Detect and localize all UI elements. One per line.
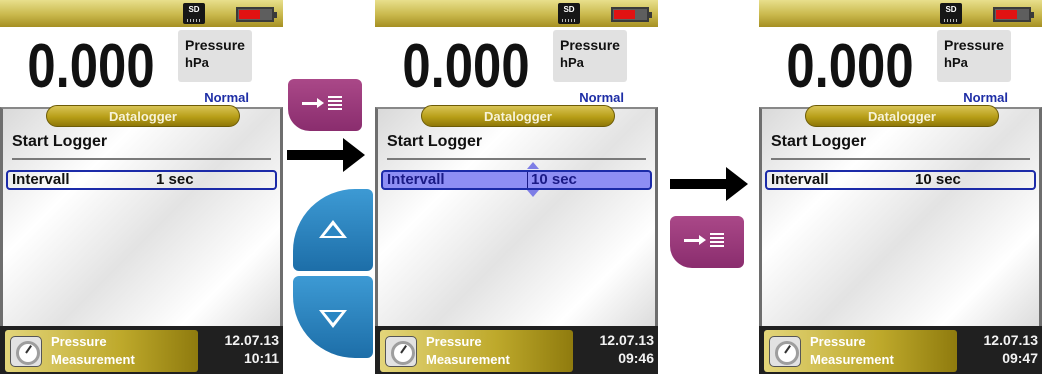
pressure-gauge-icon <box>385 336 417 367</box>
time-display: 09:47 <box>1002 350 1038 366</box>
unit-label: hPa <box>560 55 584 70</box>
reading-panel: 0.000 Pressure hPa Normal <box>759 27 1042 107</box>
unit-box: Pressure hPa <box>553 30 627 82</box>
status-mode-line-1: Pressure <box>810 334 866 349</box>
enter-key-2[interactable] <box>670 216 744 268</box>
device-screen-1: SD 0.000 Pressure hPa Normal Datalogger … <box>0 0 283 374</box>
sd-card-icon: SD <box>558 3 580 24</box>
title-bar: SD <box>759 0 1042 27</box>
sd-card-icon: SD <box>183 3 205 24</box>
menu-tab-datalogger[interactable]: Datalogger <box>805 105 999 127</box>
status-mode-line-2: Measurement <box>426 352 510 367</box>
battery-icon <box>236 7 277 22</box>
sd-card-icon: SD <box>940 3 962 24</box>
spin-down-icon[interactable] <box>527 190 539 197</box>
interval-label: Intervall <box>12 171 70 188</box>
interval-row[interactable]: Intervall 10 sec <box>381 162 652 197</box>
interval-label: Intervall <box>387 171 445 188</box>
device-screen-3: SD 0.000 Pressure hPa Normal Datalogger … <box>759 0 1042 374</box>
up-key[interactable] <box>293 189 373 271</box>
menu-item-start-logger[interactable]: Start Logger <box>771 133 866 151</box>
interval-value: 1 sec <box>156 171 194 188</box>
spin-up-icon[interactable] <box>527 162 539 169</box>
flow-arrow-1 <box>287 138 365 172</box>
enter-icon <box>684 235 706 245</box>
unit-name: Pressure <box>185 37 245 53</box>
unit-box: Pressure hPa <box>937 30 1011 82</box>
time-display: 10:11 <box>243 350 279 366</box>
status-mode-line-2: Measurement <box>51 352 135 367</box>
menu-divider <box>771 158 1030 160</box>
status-bar: Pressure Measurement 12.07.13 09:46 <box>375 326 658 374</box>
battery-icon <box>993 7 1034 22</box>
battery-icon <box>611 7 652 22</box>
measurement-mode-button[interactable]: Pressure Measurement <box>764 330 957 372</box>
status-mode-line-1: Pressure <box>426 334 482 349</box>
battery-level <box>996 10 1018 19</box>
arrow-down-icon <box>319 310 347 328</box>
interval-row[interactable]: Intervall 1 sec <box>6 170 277 190</box>
battery-level <box>614 10 636 19</box>
flow-arrow-2 <box>670 167 748 201</box>
title-bar: SD <box>0 0 283 27</box>
title-bar: SD <box>375 0 658 27</box>
status-mode-line-1: Pressure <box>51 334 107 349</box>
status-bar: Pressure Measurement 12.07.13 09:47 <box>759 326 1042 374</box>
status-mode-line-2: Measurement <box>810 352 894 367</box>
date-display: 12.07.13 <box>599 332 655 348</box>
battery-level <box>239 10 261 19</box>
down-key[interactable] <box>293 276 373 358</box>
time-display: 09:46 <box>618 350 654 366</box>
reading-panel: 0.000 Pressure hPa Normal <box>375 27 658 107</box>
mode-label: Normal <box>963 90 1008 105</box>
edit-cursor <box>527 172 528 188</box>
device-screen-2: SD 0.000 Pressure hPa Normal Datalogger … <box>375 0 658 374</box>
pressure-reading: 0.000 <box>786 32 914 101</box>
unit-name: Pressure <box>944 37 1004 53</box>
measurement-mode-button[interactable]: Pressure Measurement <box>380 330 573 372</box>
unit-box: Pressure hPa <box>178 30 252 82</box>
reading-panel: 0.000 Pressure hPa Normal <box>0 27 283 107</box>
pressure-gauge-icon <box>769 336 801 367</box>
menu-divider <box>387 158 646 160</box>
enter-icon <box>302 98 324 108</box>
menu-area: Datalogger Start Logger Intervall 10 sec <box>759 105 1042 326</box>
menu-divider <box>12 158 271 160</box>
interval-value: 10 sec <box>915 171 961 188</box>
date-display: 12.07.13 <box>224 332 280 348</box>
menu-item-start-logger[interactable]: Start Logger <box>387 133 482 151</box>
mode-label: Normal <box>579 90 624 105</box>
interval-row[interactable]: Intervall 10 sec <box>765 170 1036 190</box>
enter-key-1[interactable] <box>288 79 362 131</box>
unit-name: Pressure <box>560 37 620 53</box>
menu-item-start-logger[interactable]: Start Logger <box>12 133 107 151</box>
pressure-reading: 0.000 <box>27 32 155 101</box>
menu-tab-datalogger[interactable]: Datalogger <box>421 105 615 127</box>
list-lines-icon <box>710 233 724 247</box>
menu-area: Datalogger Start Logger Intervall 1 sec <box>0 105 283 326</box>
mode-label: Normal <box>204 90 249 105</box>
measurement-mode-button[interactable]: Pressure Measurement <box>5 330 198 372</box>
menu-tab-datalogger[interactable]: Datalogger <box>46 105 240 127</box>
pressure-reading: 0.000 <box>402 32 530 101</box>
unit-label: hPa <box>944 55 968 70</box>
unit-label: hPa <box>185 55 209 70</box>
status-bar: Pressure Measurement 12.07.13 10:11 <box>0 326 283 374</box>
interval-label: Intervall <box>771 171 829 188</box>
list-lines-icon <box>328 96 342 110</box>
interval-value[interactable]: 10 sec <box>531 172 577 188</box>
arrow-up-icon <box>319 220 347 238</box>
date-display: 12.07.13 <box>983 332 1039 348</box>
pressure-gauge-icon <box>10 336 42 367</box>
menu-area: Datalogger Start Logger Intervall 10 sec <box>375 105 658 326</box>
